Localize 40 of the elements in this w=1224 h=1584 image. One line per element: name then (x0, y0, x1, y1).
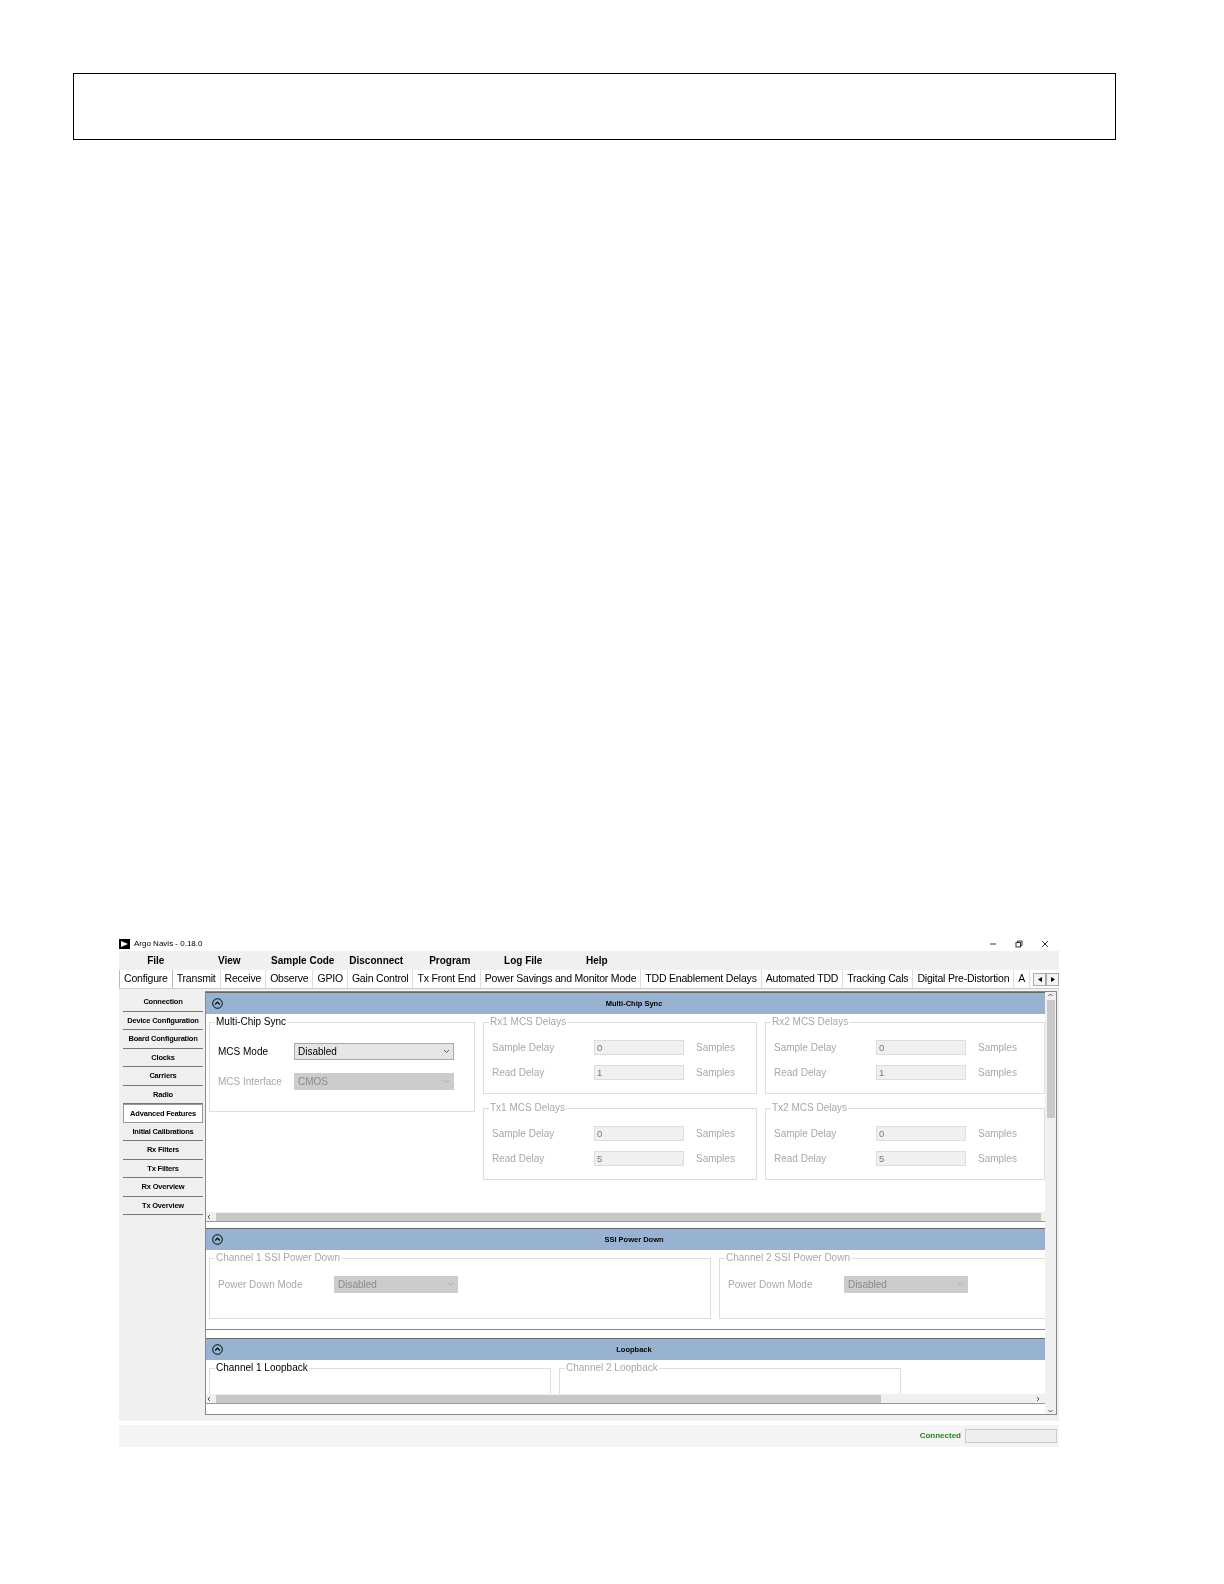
unit-label: Samples (978, 1152, 1017, 1166)
unit-label: Samples (696, 1041, 735, 1055)
group-title: Rx1 MCS Delays (489, 1016, 568, 1028)
field-label: Sample Delay (492, 1041, 556, 1055)
field-label: Sample Delay (774, 1041, 838, 1055)
window-title: Argo Navis - 0.18.0 (134, 938, 203, 950)
field-label: Read Delay (774, 1066, 828, 1080)
unit-label: Samples (978, 1066, 1017, 1080)
field-label: Power Down Mode (218, 1278, 304, 1292)
unit-label: Samples (696, 1066, 735, 1080)
group-title: Multi-Chip Sync (215, 1016, 288, 1028)
menu-item[interactable]: Log File (486, 953, 560, 968)
group-title: Channel 2 Loopback (565, 1362, 659, 1374)
group-title: Channel 2 SSI Power Down (725, 1252, 851, 1264)
field-label: Read Delay (774, 1152, 828, 1166)
field-label: MCS Mode (218, 1045, 269, 1059)
group-title: Channel 1 Loopback (215, 1362, 309, 1374)
group-title: Rx2 MCS Delays (771, 1016, 850, 1028)
field-label: Sample Delay (492, 1127, 556, 1141)
menu-item[interactable]: Disconnect (339, 953, 413, 968)
field-label: MCS Interface (218, 1075, 283, 1089)
field-label: Sample Delay (774, 1127, 838, 1141)
tab[interactable]: Configure (119, 970, 173, 988)
menu-item[interactable]: Help (560, 953, 634, 968)
unit-label: Samples (696, 1152, 735, 1166)
dropdown[interactable]: Disabled (294, 1043, 454, 1060)
unit-label: Samples (978, 1041, 1017, 1055)
unit-label: Samples (696, 1127, 735, 1141)
menu-item[interactable]: File (119, 953, 193, 968)
status-text: Connected (919, 1430, 961, 1442)
group-title: Channel 1 SSI Power Down (215, 1252, 341, 1264)
menu-item[interactable]: Program (413, 953, 487, 968)
field-label: Read Delay (492, 1066, 546, 1080)
field-label: Read Delay (492, 1152, 546, 1166)
unit-label: Samples (978, 1127, 1017, 1141)
field-label: Power Down Mode (728, 1278, 814, 1292)
menu-item[interactable]: View (192, 953, 266, 968)
menu-item[interactable]: Sample Code (266, 953, 340, 968)
group-title: Tx1 MCS Delays (489, 1102, 566, 1114)
group-title: Tx2 MCS Delays (771, 1102, 848, 1114)
